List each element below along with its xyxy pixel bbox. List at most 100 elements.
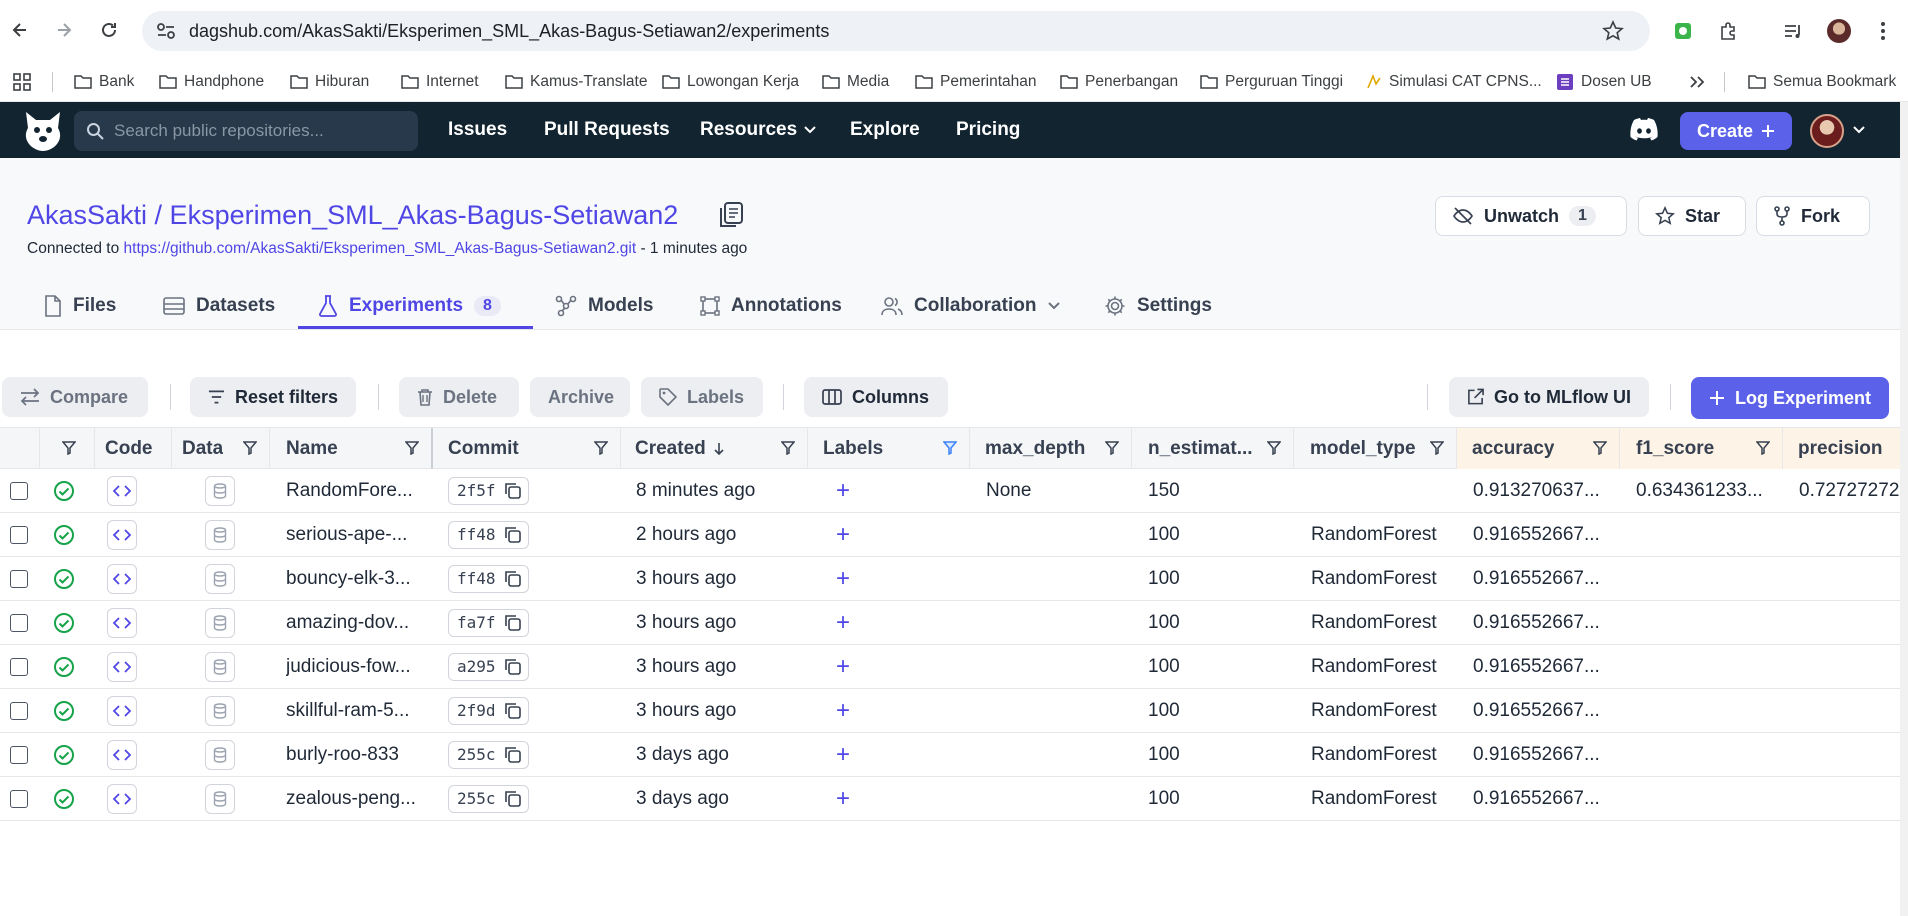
row-checkbox[interactable] xyxy=(10,525,28,544)
table-row[interactable]: judicious-fow... a295 3 hours ago +100 Rando… xyxy=(0,645,1900,689)
precision-column-header[interactable]: precision xyxy=(1783,428,1900,469)
delete-button[interactable]: Delete xyxy=(399,377,519,417)
database-icon[interactable] xyxy=(205,475,235,506)
tab-files[interactable]: Files xyxy=(44,282,116,330)
tab-experiments[interactable]: Experiments 8 xyxy=(318,282,501,330)
row-checkbox[interactable] xyxy=(10,481,28,500)
table-row[interactable]: burly-roo-833 255c 3 days ago +100 RandomFor… xyxy=(0,733,1900,777)
nav-resources[interactable]: Resources xyxy=(700,102,817,158)
experiment-name[interactable]: burly-roo-833 xyxy=(286,733,426,776)
experiment-name[interactable]: bouncy-elk-3... xyxy=(286,557,426,600)
database-icon[interactable] xyxy=(205,783,235,814)
mlflow-ui-button[interactable]: Go to MLflow UI xyxy=(1449,377,1649,417)
commit-pill[interactable]: 255c xyxy=(448,784,529,813)
bookmark-folder[interactable]: Kamus-Translate xyxy=(505,62,647,102)
table-row[interactable]: bouncy-elk-3... ff48 3 hours ago +100 Random… xyxy=(0,557,1900,601)
experiment-name[interactable]: skillful-ram-5... xyxy=(286,689,426,732)
add-label-icon[interactable]: + xyxy=(836,697,850,725)
bookmark-link[interactable]: Simulasi CAT CPNS... xyxy=(1366,62,1542,102)
commit-pill[interactable]: 2f9d xyxy=(448,696,529,725)
code-brackets-icon[interactable] xyxy=(107,739,137,770)
data-column-header[interactable]: Data xyxy=(172,428,270,469)
table-row[interactable]: zealous-peng... 255c 3 days ago +100 RandomF… xyxy=(0,777,1900,821)
unwatch-button[interactable]: Unwatch 1 xyxy=(1435,196,1627,236)
code-brackets-icon[interactable] xyxy=(107,607,137,638)
add-label-icon[interactable]: + xyxy=(836,565,850,593)
more-bookmarks-icon[interactable] xyxy=(1689,62,1705,102)
created-column-header[interactable]: Created xyxy=(621,428,808,469)
reset-filters-button[interactable]: Reset filters xyxy=(190,377,356,417)
database-icon[interactable] xyxy=(205,695,235,726)
add-label-icon[interactable]: + xyxy=(836,521,850,549)
model-type-column-header[interactable]: model_type xyxy=(1294,428,1457,469)
commit-pill[interactable]: ff48 xyxy=(448,564,529,593)
table-row[interactable]: RandomFore... 2f5f 8 minutes ago + None 150 0.… xyxy=(0,469,1900,513)
bookmark-star-icon[interactable] xyxy=(1602,20,1624,42)
bookmark-folder[interactable]: Pemerintahan xyxy=(915,62,1037,102)
name-column-header[interactable]: Name xyxy=(270,428,433,469)
nav-issues[interactable]: Issues xyxy=(448,102,507,158)
repo-title[interactable]: AkasSakti / Eksperimen_SML_Akas-Bagus-Se… xyxy=(27,200,678,231)
table-row[interactable]: amazing-dov... fa7f 3 hours ago +100 RandomF… xyxy=(0,601,1900,645)
vertical-scrollbar[interactable] xyxy=(1900,102,1908,916)
database-icon[interactable] xyxy=(205,651,235,682)
nav-explore[interactable]: Explore xyxy=(850,102,920,158)
search-input[interactable] xyxy=(114,111,404,151)
code-brackets-icon[interactable] xyxy=(107,695,137,726)
code-column-header[interactable]: Code xyxy=(95,428,172,469)
commit-column-header[interactable]: Commit xyxy=(433,428,621,469)
experiment-name[interactable]: amazing-dov... xyxy=(286,601,426,644)
code-brackets-icon[interactable] xyxy=(107,651,137,682)
archive-button[interactable]: Archive xyxy=(530,377,630,417)
code-brackets-icon[interactable] xyxy=(107,783,137,814)
tab-models[interactable]: Models xyxy=(555,282,653,330)
experiment-name[interactable]: judicious-fow... xyxy=(286,645,426,688)
commit-pill[interactable]: 2f5f xyxy=(448,476,529,505)
table-row[interactable]: serious-ape-... ff48 2 hours ago +100 Random… xyxy=(0,513,1900,557)
copy-repo-icon[interactable] xyxy=(717,200,745,230)
nav-pull-requests[interactable]: Pull Requests xyxy=(544,102,670,158)
commit-pill[interactable]: a295 xyxy=(448,652,529,681)
commit-pill[interactable]: 255c xyxy=(448,740,529,769)
tab-collaboration[interactable]: Collaboration xyxy=(881,282,1061,330)
row-checkbox[interactable] xyxy=(10,789,28,808)
labels-button[interactable]: Labels xyxy=(641,377,763,417)
profile-avatar-icon[interactable] xyxy=(1826,18,1852,44)
code-brackets-icon[interactable] xyxy=(107,475,137,506)
search-box[interactable] xyxy=(74,111,418,151)
labels-column-header[interactable]: Labels xyxy=(808,428,970,469)
database-icon[interactable] xyxy=(205,739,235,770)
database-icon[interactable] xyxy=(205,563,235,594)
tab-datasets[interactable]: Datasets xyxy=(163,282,275,330)
add-label-icon[interactable]: + xyxy=(836,785,850,813)
table-row[interactable]: skillful-ram-5... 2f9d 3 hours ago +100 Rand… xyxy=(0,689,1900,733)
database-icon[interactable] xyxy=(205,519,235,550)
bookmark-folder[interactable]: Hiburan xyxy=(290,62,369,102)
add-label-icon[interactable]: + xyxy=(836,653,850,681)
forward-icon[interactable] xyxy=(50,16,78,44)
row-checkbox[interactable] xyxy=(10,657,28,676)
tab-settings[interactable]: Settings xyxy=(1104,282,1212,330)
media-controls-icon[interactable] xyxy=(1780,18,1806,44)
fork-button[interactable]: Fork xyxy=(1756,196,1870,236)
extension-green-icon[interactable] xyxy=(1670,18,1696,44)
create-button[interactable]: Create xyxy=(1680,112,1792,150)
connected-repo-link[interactable]: https://github.com/AkasSakti/Eksperimen_… xyxy=(124,240,637,257)
compare-button[interactable]: Compare xyxy=(2,377,148,417)
experiment-name[interactable]: serious-ape-... xyxy=(286,513,426,556)
row-checkbox[interactable] xyxy=(10,569,28,588)
add-label-icon[interactable]: + xyxy=(836,609,850,637)
reload-icon[interactable] xyxy=(95,16,123,44)
code-brackets-icon[interactable] xyxy=(107,519,137,550)
tab-annotations[interactable]: Annotations xyxy=(700,282,842,330)
user-avatar[interactable] xyxy=(1810,114,1844,148)
back-icon[interactable] xyxy=(6,16,34,44)
status-column-header[interactable] xyxy=(40,428,95,469)
bookmark-folder[interactable]: Lowongan Kerja xyxy=(662,62,799,102)
max-depth-column-header[interactable]: max_depth xyxy=(970,428,1132,469)
apps-grid-icon[interactable] xyxy=(12,62,32,102)
commit-pill[interactable]: fa7f xyxy=(448,608,529,637)
bookmark-folder[interactable]: Media xyxy=(822,62,889,102)
row-checkbox[interactable] xyxy=(10,745,28,764)
add-label-icon[interactable]: + xyxy=(836,741,850,769)
